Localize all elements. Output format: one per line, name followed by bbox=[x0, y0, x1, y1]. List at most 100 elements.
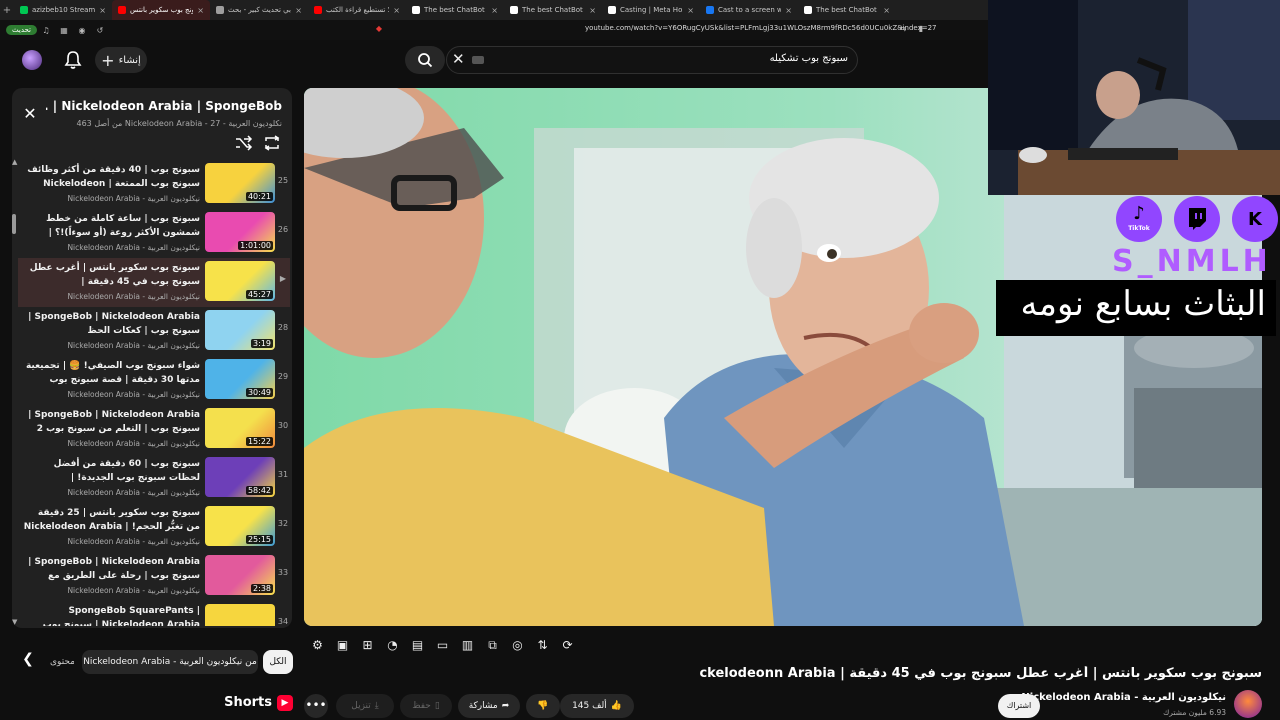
browser-tab[interactable]: The best ChatBot and Wid × bbox=[406, 0, 504, 20]
keyboard-icon[interactable] bbox=[472, 56, 484, 64]
settings-gear-icon[interactable]: ⚙ bbox=[308, 636, 327, 654]
chip-from-channel[interactable]: من نيكلوديون العربية - Nickelodeon Arabi… bbox=[82, 650, 258, 674]
search-query-text: سبونج بوب تشكيله bbox=[769, 53, 848, 64]
playlist-item-index: 28 bbox=[277, 323, 289, 332]
playlist-thumbnail[interactable]: 40:21 bbox=[205, 163, 275, 203]
tab-close-icon[interactable]: × bbox=[197, 6, 204, 15]
streamer-brand: S_NMLH bbox=[1112, 244, 1272, 279]
grid-icon[interactable]: ▦ bbox=[55, 26, 73, 35]
playlist-thumbnail[interactable]: 58:42 bbox=[205, 457, 275, 497]
loop-video-icon[interactable]: ⟳ bbox=[558, 636, 577, 654]
tab-close-icon[interactable]: × bbox=[393, 6, 400, 15]
playlist-item[interactable]: 34 SpongeBob SquarePants | Nickelodeon Ar… bbox=[18, 601, 290, 626]
now-playing-icon: ▶ bbox=[279, 274, 287, 283]
shorts-heading: Shorts bbox=[224, 695, 272, 710]
dislike-button[interactable]: 👎 bbox=[526, 694, 560, 718]
share-button[interactable]: مشاركة ➦ bbox=[458, 694, 520, 718]
playlist-thumbnail[interactable]: 45:27 bbox=[205, 261, 275, 301]
tab-close-icon[interactable]: × bbox=[99, 6, 106, 15]
chip-all[interactable]: الكل bbox=[263, 650, 293, 674]
download-button[interactable]: تنزيل ⤓ bbox=[336, 694, 394, 718]
music-icon[interactable]: ♫ bbox=[37, 26, 55, 35]
browser-tab[interactable]: The best ChatBot and Wid × bbox=[798, 0, 896, 20]
browser-tab[interactable]: Casting | Meta Horizon × bbox=[602, 0, 700, 20]
history-icon[interactable]: ↺ bbox=[91, 26, 109, 35]
ambient-mode-icon[interactable]: ▤ bbox=[408, 636, 427, 654]
playlist-item[interactable]: 28 3:19 SpongeBob | Nickelodeon Arabia | س… bbox=[18, 307, 290, 356]
tab-close-icon[interactable]: × bbox=[687, 6, 694, 15]
playlist-item[interactable]: 29 30:49 شواء سبونج بوب الصيفي! 🍔 | تجميعي… bbox=[18, 356, 290, 405]
playlist-item[interactable]: 33 2:38 SpongeBob | Nickelodeon Arabia | س… bbox=[18, 552, 290, 601]
add-clip-icon[interactable]: ⊞ bbox=[358, 636, 377, 654]
live-signal-icon[interactable]: ◎ bbox=[508, 636, 527, 654]
browser-tab[interactable]: سبونج بوب سكوير بانتس × bbox=[112, 0, 210, 20]
channel-name[interactable]: نيكلوديون العربية - Nickelodeon Arabia bbox=[1021, 692, 1226, 703]
more-options-icon[interactable]: ••• bbox=[304, 694, 328, 718]
bookmark-icon[interactable]: ▮ bbox=[912, 24, 930, 33]
playlist-item[interactable]: 26 1:01:00 سبونج بوب | ساعة كاملة من خطط ش… bbox=[18, 209, 290, 258]
video-title: سبونج بوب سكوير بانتس | أغرب عطل سبونج ب… bbox=[700, 666, 1262, 681]
playlist-item-channel: نيكلوديون العربية - Nickelodeon Arabia bbox=[67, 439, 200, 448]
social-icons: ♪ TikTok K bbox=[1114, 196, 1280, 244]
update-button[interactable]: تحديث bbox=[6, 25, 37, 35]
tab-label: The best ChatBot and Wid bbox=[522, 6, 585, 14]
playlist-item[interactable]: 32 25:15 سبونج بوب سكوير بانتس | 25 دقيقة … bbox=[18, 503, 290, 552]
playlist-thumbnail[interactable]: 25:15 bbox=[205, 506, 275, 546]
search-button[interactable] bbox=[405, 46, 445, 74]
brave-shield-icon[interactable]: ◆ bbox=[370, 24, 388, 33]
chevron-left-icon[interactable]: ❮ bbox=[18, 651, 38, 671]
playlist-thumbnail[interactable]: 1:01:00 bbox=[205, 212, 275, 252]
translate-icon[interactable]: ⇆ bbox=[894, 24, 912, 33]
tab-close-icon[interactable]: × bbox=[295, 6, 302, 15]
tab-close-icon[interactable]: × bbox=[785, 6, 792, 15]
extension-icon[interactable]: ◉ bbox=[73, 26, 91, 35]
like-button[interactable]: 145 ألف 👍 bbox=[560, 694, 634, 718]
speed-gauge-icon[interactable]: ◔ bbox=[383, 636, 402, 654]
playlist-thumbnail[interactable]: 3:19 bbox=[205, 310, 275, 350]
playlist-thumbnail[interactable] bbox=[205, 604, 275, 626]
browser-toolbar: تحديث ♫ ▦ ◉ ↺ youtube.com/watch?v=Y6ORug… bbox=[0, 20, 988, 40]
playlist-item-index: 29 bbox=[277, 372, 289, 381]
playlist-item[interactable]: 31 58:42 سبونج بوب | 60 دقيقة من أفضل لحظا… bbox=[18, 454, 290, 503]
browser-tab[interactable]: لماذا لا تستطيع قراءة الكتب × bbox=[308, 0, 406, 20]
user-avatar[interactable] bbox=[22, 50, 42, 70]
clapper-icon[interactable]: ▥ bbox=[458, 636, 477, 654]
shuffle-icon[interactable] bbox=[234, 135, 254, 153]
scroll-down-icon[interactable]: ▼ bbox=[12, 618, 18, 626]
playlist-thumbnail[interactable]: 30:49 bbox=[205, 359, 275, 399]
browser-tab[interactable]: azizbeb10 Stream - Watch× bbox=[14, 0, 112, 20]
browser-tab[interactable]: The best ChatBot and Wid × bbox=[504, 0, 602, 20]
browser-tab[interactable]: Cast to a screen with Meta× bbox=[700, 0, 798, 20]
playlist-title[interactable]: Nickelodeon Arabia | SpongeBob | ... bbox=[46, 99, 282, 113]
tab-close-icon[interactable]: × bbox=[491, 6, 498, 15]
create-button[interactable]: + إنشاء bbox=[95, 47, 147, 73]
playlist-item[interactable]: 30 15:22 SpongeBob | Nickelodeon Arabia | … bbox=[18, 405, 290, 454]
channel-avatar[interactable] bbox=[1234, 690, 1262, 718]
playlist-thumbnail[interactable]: 15:22 bbox=[205, 408, 275, 448]
playlist-item[interactable]: 25 40:21 سبونج بوب | 40 دقيقة من أكثر وظائ… bbox=[18, 160, 290, 209]
close-icon[interactable]: ✕ bbox=[20, 104, 40, 124]
tab-close-icon[interactable]: × bbox=[589, 6, 596, 15]
chip-partial[interactable]: محتوى bbox=[50, 651, 74, 673]
loop-icon[interactable] bbox=[262, 135, 282, 153]
save-button[interactable]: حفظ ▯ bbox=[400, 694, 452, 718]
clear-search-icon[interactable]: ✕ bbox=[452, 50, 466, 70]
notifications-bell-icon[interactable] bbox=[64, 50, 82, 70]
cast-icon[interactable]: ⧉ bbox=[483, 636, 502, 654]
like-count: 145 ألف bbox=[572, 701, 607, 711]
playlist-item[interactable]: ▶ 45:27 سبونج بوب سكوير بانتس | أغرب عطل س… bbox=[18, 258, 290, 307]
share-label: مشاركة bbox=[468, 701, 498, 711]
playlist-item-text: سبونج بوب | ساعة كاملة من خطط شمشون الأك… bbox=[22, 212, 200, 252]
tab-favicon-icon bbox=[412, 6, 420, 14]
browser-tab[interactable]: كيف بي تحديث كبير - بحث × bbox=[210, 0, 308, 20]
new-tab-button[interactable]: + bbox=[0, 5, 14, 16]
playlist-item-title: شواء سبونج بوب الصيفي! 🍔 | تجميعية مدتها… bbox=[25, 361, 200, 385]
theater-mode-icon[interactable]: ▭ bbox=[433, 636, 452, 654]
screenshot-camera-icon[interactable]: ▣ bbox=[333, 636, 352, 654]
scroll-up-icon[interactable]: ▲ bbox=[12, 158, 18, 166]
tab-close-icon[interactable]: × bbox=[883, 6, 890, 15]
sort-arrows-icon[interactable]: ⇅ bbox=[533, 636, 552, 654]
address-url[interactable]: youtube.com/watch?v=Y6ORugCyUSk&list=PLF… bbox=[585, 24, 937, 32]
subscribe-button[interactable]: اشتراك bbox=[998, 694, 1040, 718]
playlist-thumbnail[interactable]: 2:38 bbox=[205, 555, 275, 595]
